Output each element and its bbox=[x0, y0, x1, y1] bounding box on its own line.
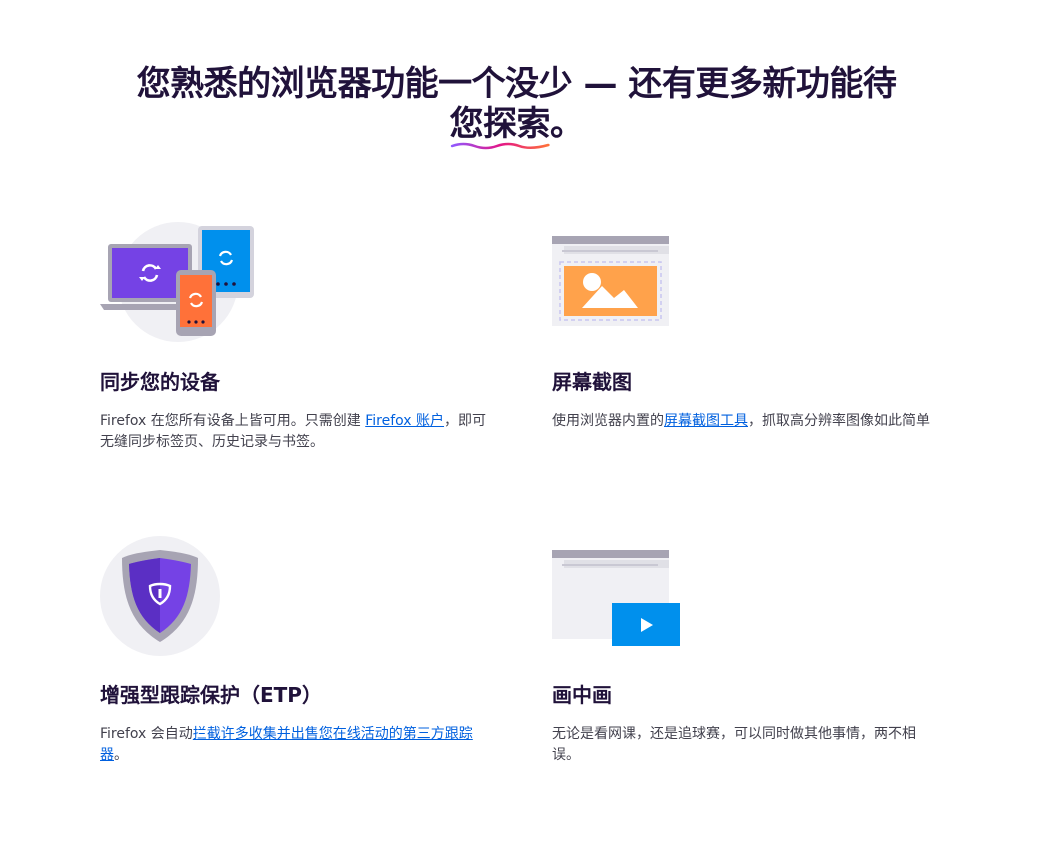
page-headline: 您熟悉的浏览器功能一个没少 — 还有更多新功能待 您探索 。 bbox=[100, 64, 933, 150]
feature-title: 画中画 bbox=[552, 683, 612, 707]
firefox-account-link[interactable]: Firefox 账户 bbox=[365, 413, 444, 429]
headline-text: 您熟悉的浏览器功能一个没少 — 还有更多新功能待 bbox=[136, 64, 897, 104]
feature-sync: 同步您的设备 Firefox 在您所有设备上皆可用。只需创建 Firefox 账… bbox=[100, 220, 490, 453]
desc-text: ，抓取高分辨率图像如此简单 bbox=[748, 413, 930, 429]
feature-description: Firefox 会自动拦截许多收集并出售您在线活动的第三方跟踪器。 bbox=[100, 724, 490, 766]
sync-devices-icon bbox=[100, 222, 254, 342]
feature-etp: 增强型跟踪保护（ETP） Firefox 会自动拦截许多收集并出售您在线活动的第… bbox=[100, 536, 490, 766]
picture-in-picture-icon bbox=[552, 550, 680, 646]
sync-devices-illustration bbox=[100, 220, 270, 344]
screenshot-tool-link[interactable]: 屏幕截图工具 bbox=[664, 413, 748, 429]
shield-icon bbox=[100, 536, 220, 656]
desc-text: Firefox 在您所有设备上皆可用。只需创建 bbox=[100, 413, 366, 429]
feature-screenshot: 屏幕截图 使用浏览器内置的屏幕截图工具，抓取高分辨率图像如此简单 bbox=[552, 220, 942, 432]
desc-text: Firefox 会自动 bbox=[100, 726, 193, 742]
feature-title: 同步您的设备 bbox=[100, 370, 220, 394]
feature-description: 使用浏览器内置的屏幕截图工具，抓取高分辨率图像如此简单 bbox=[552, 411, 942, 432]
desc-text: 。 bbox=[114, 747, 128, 763]
headline-end: 。 bbox=[550, 104, 584, 144]
feature-title: 屏幕截图 bbox=[552, 370, 632, 394]
feature-description: Firefox 在您所有设备上皆可用。只需创建 Firefox 账户，即可无缝同… bbox=[100, 411, 490, 453]
page: 您熟悉的浏览器功能一个没少 — 还有更多新功能待 您探索 。 同步您的设备 Fi… bbox=[0, 0, 1051, 846]
feature-title: 增强型跟踪保护（ETP） bbox=[100, 683, 322, 707]
squiggle-underline-icon bbox=[450, 142, 550, 150]
feature-description: 无论是看网课，还是追球赛，可以同时做其他事情，两不相误。 bbox=[552, 726, 916, 763]
shield-illustration bbox=[100, 536, 270, 660]
screenshot-icon bbox=[552, 236, 669, 326]
desc-text: 使用浏览器内置的 bbox=[552, 413, 664, 429]
headline-highlight: 您探索 bbox=[449, 104, 551, 150]
headline-highlight-text: 您探索 bbox=[449, 104, 551, 144]
screenshot-illustration bbox=[552, 220, 722, 344]
picture-in-picture-illustration bbox=[552, 536, 722, 660]
feature-pip: 画中画 无论是看网课，还是追球赛，可以同时做其他事情，两不相误。 bbox=[552, 536, 942, 766]
